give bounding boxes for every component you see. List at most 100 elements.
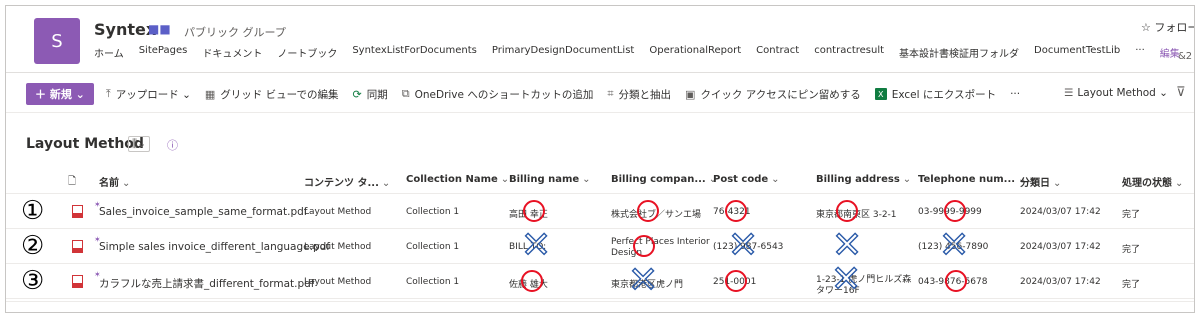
file-name-link[interactable]: Simple sales invoice_different_language.… xyxy=(99,241,330,253)
sync-label: 同期 xyxy=(366,88,388,101)
classified-date-cell: 2024/03/07 17:42 xyxy=(1020,277,1101,287)
status-cell: 完了 xyxy=(1122,245,1141,255)
col-header-post-code-label: Post code xyxy=(713,174,769,185)
annotation-x-mark: ✕ xyxy=(627,260,659,301)
nav-item-documents[interactable]: ドキュメント xyxy=(202,45,262,60)
content-type-cell: Layout Method xyxy=(304,207,372,217)
excel-icon: X xyxy=(874,88,887,100)
col-header-name-label: 名前 xyxy=(99,178,119,189)
annotation-x-mark: ✕ xyxy=(520,225,552,266)
col-header-billing-name-label: Billing name xyxy=(509,174,580,185)
annotation-x-mark: ✕ xyxy=(727,225,759,266)
library-views-icon[interactable]: ⫼⌄ xyxy=(128,136,151,152)
col-header-billing-name[interactable]: Billing name ⌄ xyxy=(509,174,591,185)
command-bar: ＋ 新規 ⌄ ⤒ アップロード ⌄ ▦ グリッド ビューでの編集 ⟳ 同期 ⧉ … xyxy=(26,82,1034,106)
billing-company-cell: Perfect Places Interior xyxy=(611,237,710,247)
chevron-down-icon: ⌄ xyxy=(1175,178,1184,189)
annotation-circle xyxy=(944,200,966,222)
pin-quick-access-button[interactable]: ▣ クイック アクセスにピン留めする xyxy=(685,87,861,102)
more-commands-button[interactable]: ··· xyxy=(1010,88,1020,100)
divider xyxy=(6,301,1194,302)
view-switcher[interactable]: ☰ Layout Method ⌄ xyxy=(1064,87,1168,99)
classify-extract-button[interactable]: ⌗ 分類と抽出 xyxy=(607,87,671,102)
divider xyxy=(6,72,1194,73)
info-icon[interactable]: ⓘ xyxy=(167,137,178,153)
nav-item-home[interactable]: ホーム xyxy=(94,45,124,60)
col-header-name[interactable]: 名前 ⌄ xyxy=(99,174,130,189)
pin-quick-access-label: クイック アクセスにピン留めする xyxy=(700,88,861,101)
new-button[interactable]: ＋ 新規 ⌄ xyxy=(26,83,94,105)
upload-icon: ⤒ xyxy=(105,87,111,100)
annotation-x-mark: ✕ xyxy=(830,259,862,300)
chevron-down-icon: ⌄ xyxy=(1053,178,1062,189)
filter-icon[interactable]: ⊽ xyxy=(1176,85,1186,100)
collection-cell: Collection 1 xyxy=(406,277,460,287)
upload-label: アップロード ⌄ xyxy=(115,88,191,101)
col-header-classified-date-label: 分類日 xyxy=(1020,178,1050,189)
excel-export-button[interactable]: X Excel にエクスポート xyxy=(874,87,997,102)
nav-item-syntexlist[interactable]: SyntexListForDocuments xyxy=(352,45,477,60)
sync-icon: ⟳ xyxy=(352,87,362,101)
sync-button[interactable]: ⟳ 同期 xyxy=(353,87,388,102)
col-header-collection-label: Collection Name xyxy=(406,174,498,185)
group-label: パブリック グループ xyxy=(184,26,286,39)
chevron-down-icon: ⌄ xyxy=(771,174,780,185)
view-list-icon: ☰ xyxy=(1064,87,1074,99)
nav-item-contract[interactable]: Contract xyxy=(756,45,799,60)
nav-item-documenttestlib[interactable]: DocumentTestLib xyxy=(1034,45,1120,60)
chevron-down-icon: ⌄ xyxy=(500,174,510,185)
col-header-classified-date[interactable]: 分類日 ⌄ xyxy=(1020,174,1061,189)
site-logo-letter: S xyxy=(51,30,63,52)
file-type-icon[interactable]: 🗋 xyxy=(68,174,76,191)
annotation-circle xyxy=(523,200,545,222)
col-header-collection[interactable]: Collection Name ⌄ xyxy=(406,174,509,185)
teams-icon[interactable]: ■■ xyxy=(148,22,171,36)
table-row[interactable]: ① ✶ Sales_invoice_sample_same_format.pdf… xyxy=(6,194,1194,229)
nav-item-primarydesign[interactable]: PrimaryDesignDocumentList xyxy=(492,45,634,60)
row-marker: ① xyxy=(21,196,45,226)
col-header-telephone[interactable]: Telephone num... ⌄ xyxy=(918,174,1026,185)
classified-date-cell: 2024/03/07 17:42 xyxy=(1020,207,1101,217)
col-header-billing-address[interactable]: Billing address ⌄ xyxy=(816,174,911,185)
file-name-link[interactable]: カラフルな売上請求書_different_format.pdf xyxy=(99,276,315,291)
annotation-circle xyxy=(945,270,967,292)
col-header-status[interactable]: 処理の状態 ⌄ xyxy=(1122,174,1183,189)
chevron-down-icon: ⌄ xyxy=(902,174,912,185)
annotation-circle xyxy=(836,200,858,222)
content-type-cell: Layout Method xyxy=(304,277,372,287)
pin-icon: ▣ xyxy=(685,87,696,101)
grid-edit-button[interactable]: ▦ グリッド ビューでの編集 xyxy=(205,87,339,102)
shortcut-icon: ⧉ xyxy=(401,87,410,100)
col-header-post-code[interactable]: Post code ⌄ xyxy=(713,174,780,185)
nav-item-notebook[interactable]: ノートブック xyxy=(277,45,337,60)
chevron-down-icon: ⌄ xyxy=(122,178,131,189)
table-row[interactable]: ② ✶ Simple sales invoice_different_langu… xyxy=(6,225,1194,266)
onedrive-shortcut-button[interactable]: ⧉ OneDrive へのショートカットの追加 xyxy=(402,87,594,102)
library-title: Layout Method xyxy=(26,136,144,152)
nav-item-operationalreport[interactable]: OperationalReport xyxy=(649,45,741,60)
nav-more-button[interactable]: ··· xyxy=(1135,45,1145,60)
file-name-link[interactable]: Sales_invoice_sample_same_format.pdf xyxy=(99,206,307,218)
nav-item-sitepages[interactable]: SitePages xyxy=(139,45,188,60)
site-logo[interactable]: S xyxy=(34,18,80,64)
row-marker: ③ xyxy=(21,266,45,296)
site-title[interactable]: Syntex xyxy=(94,20,156,39)
col-header-content-type[interactable]: コンテンツ タ... ⌄ xyxy=(304,174,390,189)
nav-edit-link[interactable]: 編集 xyxy=(1160,45,1180,60)
status-cell: 完了 xyxy=(1122,210,1141,220)
excel-export-label: Excel にエクスポート xyxy=(891,88,997,101)
nav-item-design-folder[interactable]: 基本設計書検証用フォルダ xyxy=(899,45,1019,60)
chevron-down-icon: ⌄ xyxy=(381,178,391,189)
col-header-billing-company[interactable]: Billing compan... ⌄ xyxy=(611,174,717,185)
view-switcher-label: Layout Method ⌄ xyxy=(1077,87,1168,99)
collection-cell: Collection 1 xyxy=(406,242,460,252)
col-header-billing-address-label: Billing address xyxy=(816,174,900,185)
upload-button[interactable]: ⤒ アップロード ⌄ xyxy=(106,87,191,102)
table-row[interactable]: ③ ✶ カラフルな売上請求書_different_format.pdf Layo… xyxy=(6,259,1194,301)
nav-item-contractresult[interactable]: contractresult xyxy=(814,45,884,60)
classify-extract-label: 分類と抽出 xyxy=(618,88,672,101)
row-marker: ② xyxy=(21,231,45,261)
pdf-icon xyxy=(72,240,83,253)
status-cell: 完了 xyxy=(1122,280,1141,290)
follow-button[interactable]: ☆ フォローし xyxy=(1141,19,1194,35)
